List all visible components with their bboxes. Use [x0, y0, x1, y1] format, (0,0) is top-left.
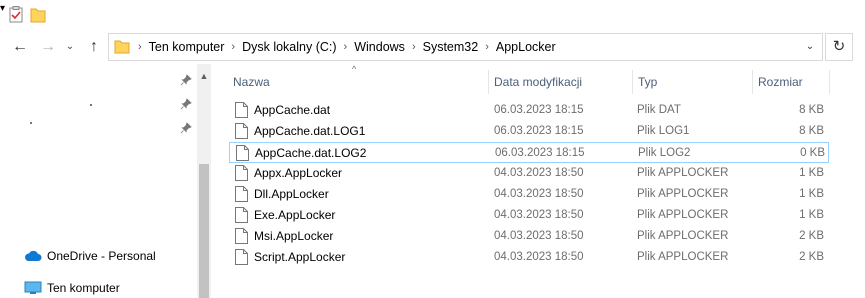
file-date: 04.03.2023 18:50 [494, 230, 584, 242]
column-divider[interactable] [632, 70, 633, 94]
navpane-label: OneDrive - Personal [47, 249, 156, 263]
file-size: 1 KB [799, 167, 824, 179]
up-arrow-icon[interactable]: ↑ [84, 37, 104, 57]
file-icon [235, 207, 248, 223]
file-size: 8 KB [799, 104, 824, 116]
tiny-dot [30, 122, 32, 124]
file-type: Plik APPLOCKER [637, 230, 729, 242]
file-size: 2 KB [799, 251, 824, 263]
file-size: 8 KB [799, 125, 824, 137]
breadcrumb-separator-icon[interactable]: › [341, 41, 351, 53]
column-header-type[interactable]: Typ [634, 70, 752, 94]
file-row[interactable]: Script.AppLocker 04.03.2023 18:50 Plik A… [229, 247, 829, 268]
recent-locations-icon[interactable]: ⌄ [64, 37, 76, 57]
tiny-dot [90, 104, 92, 106]
pin-icon[interactable] [180, 74, 192, 86]
breadcrumb-item-drive[interactable]: Dysk lokalny (C:) [238, 40, 340, 54]
column-divider[interactable] [829, 70, 830, 94]
navpane-label: Ten komputer [47, 281, 120, 295]
file-name: AppCache.dat [254, 103, 331, 117]
file-name: Exe.AppLocker [254, 208, 336, 222]
file-name: Appx.AppLocker [254, 166, 343, 180]
breadcrumb-item-computer[interactable]: Ten komputer [145, 40, 229, 54]
breadcrumb: › Ten komputer › Dysk lokalny (C:) › Win… [135, 34, 560, 60]
file-row[interactable]: Dll.AppLocker 04.03.2023 18:50 Plik APPL… [229, 184, 829, 205]
file-icon [236, 145, 249, 161]
file-row[interactable]: AppCache.dat 06.03.2023 18:15 Plik DAT 8… [229, 100, 829, 121]
breadcrumb-separator-icon[interactable]: › [135, 41, 145, 53]
refresh-button[interactable]: ↻ [825, 33, 853, 61]
file-row[interactable]: AppCache.dat.LOG1 06.03.2023 18:15 Plik … [229, 121, 829, 142]
breadcrumb-item-applocker[interactable]: AppLocker [492, 40, 560, 54]
breadcrumb-separator-icon[interactable]: › [482, 41, 492, 53]
breadcrumb-item-windows[interactable]: Windows [350, 40, 409, 54]
file-row[interactable]: Msi.AppLocker 04.03.2023 18:50 Plik APPL… [229, 226, 829, 247]
column-header-size[interactable]: Rozmiar [754, 70, 829, 94]
file-name: Dll.AppLocker [254, 187, 329, 201]
file-icon [235, 165, 248, 181]
file-size: 0 KB [800, 147, 825, 159]
file-date: 04.03.2023 18:50 [494, 209, 584, 221]
file-date: 06.03.2023 18:15 [494, 125, 584, 137]
column-divider[interactable] [488, 70, 489, 94]
file-icon [235, 123, 248, 139]
file-type: Plik APPLOCKER [637, 167, 729, 179]
file-icon [235, 228, 248, 244]
navigation-pane: OneDrive - Personal Ten komputer [0, 64, 196, 298]
file-name: AppCache.dat.LOG2 [255, 146, 367, 160]
navpane-item-this-pc[interactable]: Ten komputer [24, 278, 120, 298]
file-size: 1 KB [799, 188, 824, 200]
folder-icon [114, 40, 130, 54]
scrollbar-thumb[interactable] [199, 164, 209, 298]
file-icon [235, 249, 248, 265]
file-date: 04.03.2023 18:50 [494, 167, 584, 179]
file-list: ^ Nazwa Data modyfikacji Typ Rozmiar App… [212, 64, 865, 298]
quick-access-toolbar: ▾ [0, 0, 865, 30]
new-folder-icon[interactable] [30, 6, 46, 24]
file-name: AppCache.dat.LOG1 [254, 124, 366, 138]
file-type: Plik APPLOCKER [637, 188, 729, 200]
navigation-bar: ← → ⌄ ↑ › Ten komputer › Dysk lokalny (C… [0, 31, 865, 63]
pin-icon[interactable] [180, 98, 192, 110]
file-type: Plik LOG1 [637, 125, 690, 137]
address-dropdown-icon[interactable]: ⌄ [804, 40, 816, 54]
properties-icon[interactable] [8, 6, 24, 24]
column-divider[interactable] [752, 70, 753, 94]
file-size: 2 KB [799, 230, 824, 242]
address-bar[interactable]: › Ten komputer › Dysk lokalny (C:) › Win… [108, 33, 823, 61]
scroll-up-icon[interactable]: ▲ [197, 70, 211, 82]
file-date: 04.03.2023 18:50 [494, 188, 584, 200]
file-name: Msi.AppLocker [254, 229, 334, 243]
breadcrumb-separator-icon[interactable]: › [409, 41, 419, 53]
customize-dropdown-icon[interactable]: ▾ [0, 3, 5, 14]
file-date: 06.03.2023 18:15 [494, 104, 584, 116]
navpane-scrollbar[interactable]: ▲ [197, 64, 211, 298]
file-type: Plik APPLOCKER [637, 209, 729, 221]
pin-icon[interactable] [180, 122, 192, 134]
back-arrow-icon[interactable]: ← [10, 37, 30, 57]
file-size: 1 KB [799, 209, 824, 221]
column-header-name[interactable]: Nazwa [229, 70, 485, 94]
forward-arrow-icon[interactable]: → [38, 37, 58, 57]
file-row-selected[interactable]: AppCache.dat.LOG2 06.03.2023 18:15 Plik … [229, 142, 829, 163]
breadcrumb-separator-icon[interactable]: › [228, 41, 238, 53]
cloud-icon [24, 249, 42, 263]
column-header-date[interactable]: Data modyfikacji [490, 70, 629, 94]
file-type: Plik LOG2 [638, 147, 691, 159]
file-icon [235, 186, 248, 202]
file-name: Script.AppLocker [254, 250, 346, 264]
breadcrumb-item-system32[interactable]: System32 [419, 40, 483, 54]
file-row[interactable]: Appx.AppLocker 04.03.2023 18:50 Plik APP… [229, 163, 829, 184]
file-type: Plik DAT [637, 104, 681, 116]
navpane-item-onedrive[interactable]: OneDrive - Personal [24, 246, 156, 266]
file-row[interactable]: Exe.AppLocker 04.03.2023 18:50 Plik APPL… [229, 205, 829, 226]
computer-icon [24, 281, 42, 295]
file-date: 04.03.2023 18:50 [494, 251, 584, 263]
file-date: 06.03.2023 18:15 [495, 147, 585, 159]
file-type: Plik APPLOCKER [637, 251, 729, 263]
file-icon [235, 102, 248, 118]
